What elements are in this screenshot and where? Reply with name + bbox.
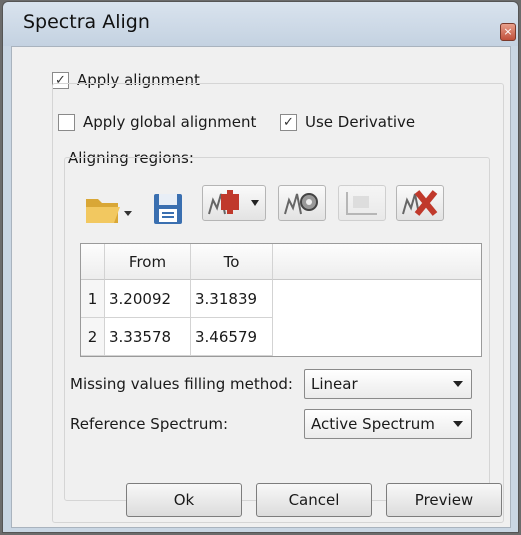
table-cell-to[interactable]: 3.31839	[191, 280, 273, 318]
missing-values-label: Missing values filling method:	[70, 375, 293, 393]
column-header-from[interactable]: From	[105, 244, 191, 280]
preview-button[interactable]: Preview	[386, 483, 502, 517]
open-file-button[interactable]	[80, 189, 134, 229]
cancel-button[interactable]: Cancel	[256, 483, 372, 517]
spectra-align-dialog: Spectra Align × ✓ Apply alignment Apply …	[2, 1, 519, 533]
table-cell-from[interactable]: 3.33578	[105, 318, 191, 356]
add-region-button[interactable]	[202, 185, 266, 221]
row-number: 2	[81, 318, 105, 356]
row-number-header	[81, 244, 105, 280]
save-button[interactable]	[148, 189, 188, 229]
title-bar: Spectra Align ×	[3, 2, 518, 46]
use-derivative-check[interactable]: ✓	[280, 113, 297, 131]
table-cell-to[interactable]: 3.46579	[191, 318, 273, 356]
add-region-icon	[208, 190, 259, 215]
table-cell-from[interactable]: 3.20092	[105, 280, 191, 318]
apply-global-alignment-checkbox[interactable]: Apply global alignment	[58, 113, 256, 131]
chevron-down-icon	[453, 421, 463, 427]
region-disabled-icon	[346, 192, 377, 215]
region-settings-icon	[284, 193, 318, 215]
apply-global-alignment-label: Apply global alignment	[83, 113, 257, 131]
use-derivative-checkbox[interactable]: ✓ Use Derivative	[280, 113, 415, 131]
use-derivative-label: Use Derivative	[305, 113, 416, 131]
close-button[interactable]: ×	[500, 23, 516, 41]
column-header-empty	[273, 244, 481, 280]
missing-values-select[interactable]: Linear	[304, 369, 472, 399]
missing-values-value: Linear	[311, 375, 358, 393]
close-icon: ×	[503, 25, 513, 38]
ok-button[interactable]: Ok	[126, 483, 242, 517]
delete-region-button[interactable]	[396, 185, 444, 221]
region-settings-button[interactable]	[278, 185, 326, 221]
reference-spectrum-value: Active Spectrum	[311, 415, 435, 433]
row-number: 1	[81, 280, 105, 318]
delete-region-icon	[402, 190, 438, 216]
folder-open-icon	[86, 199, 132, 223]
reference-spectrum-select[interactable]: Active Spectrum	[304, 409, 472, 439]
apply-global-alignment-check[interactable]	[58, 113, 75, 131]
chevron-down-icon	[453, 381, 463, 387]
dialog-body: ✓ Apply alignment Apply global alignment…	[11, 46, 511, 528]
save-icon	[154, 194, 182, 224]
reference-spectrum-label: Reference Spectrum:	[70, 415, 229, 433]
regions-table[interactable]: From To 1 3.20092 3.31839 2 3.33578 3.46…	[80, 243, 482, 357]
column-header-to[interactable]: To	[191, 244, 273, 280]
region-disabled-button[interactable]	[338, 185, 386, 221]
window-title: Spectra Align	[23, 11, 150, 33]
